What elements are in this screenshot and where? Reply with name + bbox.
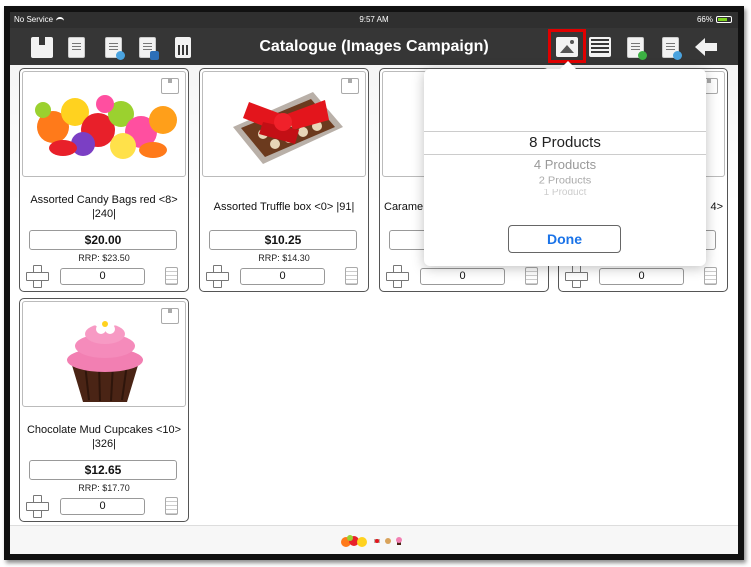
product-image[interactable] (202, 71, 366, 177)
add-icon[interactable] (565, 265, 588, 288)
list-view-icon (589, 37, 611, 57)
notes-icon[interactable] (345, 267, 358, 285)
thumbnail-strip[interactable] (340, 533, 403, 549)
quantity-field[interactable]: 0 (599, 268, 684, 285)
notes-icon[interactable] (165, 497, 178, 515)
add-icon[interactable] (386, 265, 409, 288)
status-bar: No Service 9:57 AM 66% (10, 12, 738, 28)
picker-option[interactable]: 4 Products (424, 157, 706, 172)
back-button[interactable] (694, 34, 718, 60)
product-name: Assorted Candy Bags red <8> |240| (30, 194, 178, 220)
product-image[interactable] (22, 71, 186, 177)
picker-selected-option[interactable]: 8 Products (424, 131, 706, 155)
battery-label: 66% (696, 15, 713, 24)
status-time: 9:57 AM (359, 15, 389, 24)
highlight-box (548, 29, 586, 63)
notes-icon[interactable] (525, 267, 538, 285)
product-price: $10.25 (209, 230, 357, 250)
bottom-thumbnail-bar (10, 525, 738, 554)
add-icon[interactable] (206, 265, 229, 288)
list-view-button[interactable] (588, 34, 612, 60)
caramel-thumbnail[interactable] (384, 537, 392, 545)
product-card[interactable]: Assorted Truffle box <0> |91| $10.25 RRP… (199, 68, 369, 292)
product-price: $20.00 (29, 230, 177, 250)
product-card[interactable]: Chocolate Mud Cupcakes <10> |326| $12.65… (19, 298, 189, 522)
app-screen: No Service 9:57 AM 66% Catalogue (Images… (10, 12, 738, 554)
product-name: Assorted Truffle box <0> |91| (213, 201, 355, 213)
product-image[interactable] (22, 301, 186, 407)
navigation-bar: Catalogue (Images Campaign) (10, 28, 738, 65)
document-check-icon (626, 36, 647, 60)
products-per-page-popover: 8 Products 4 Products 2 Products 1 Produ… (424, 61, 706, 266)
add-to-box-icon[interactable] (161, 78, 179, 94)
battery-icon (716, 16, 732, 23)
quantity-field[interactable]: 0 (240, 268, 325, 285)
done-button[interactable]: Done (508, 225, 621, 253)
battery-group: 66% (697, 15, 732, 24)
notes-icon[interactable] (704, 267, 717, 285)
picker-option[interactable]: 1 Product (424, 189, 706, 196)
product-name: Chocolate Mud Cupcakes <10> |326| (26, 424, 182, 450)
product-card[interactable]: Assorted Candy Bags red <8> |240| $20.00… (19, 68, 189, 292)
quantity-field[interactable]: 0 (420, 268, 505, 285)
product-rrp: RRP: $17.70 (78, 483, 130, 493)
device-frame: No Service 9:57 AM 66% Catalogue (Images… (4, 6, 744, 560)
add-icon[interactable] (26, 495, 49, 518)
product-price: $12.65 (29, 460, 177, 480)
document-upload-button-2[interactable] (658, 34, 682, 60)
product-rrp: RRP: $23.50 (78, 253, 130, 263)
document-upload-icon (661, 36, 682, 60)
back-arrow-icon (695, 38, 717, 56)
product-rrp: RRP: $14.30 (258, 253, 310, 263)
add-to-box-icon[interactable] (341, 78, 359, 94)
products-picker[interactable]: 8 Products 4 Products 2 Products 1 Produ… (424, 129, 706, 199)
quantity-field[interactable]: 0 (60, 268, 145, 285)
picker-option[interactable]: 2 Products (424, 176, 706, 187)
cupcake-thumbnail[interactable] (395, 537, 403, 545)
truffle-thumbnail[interactable] (373, 537, 381, 545)
document-check-button[interactable] (623, 34, 647, 60)
notes-icon[interactable] (165, 267, 178, 285)
quantity-field[interactable]: 0 (60, 498, 145, 515)
candy-thumbnail[interactable] (340, 533, 370, 549)
add-to-box-icon[interactable] (161, 308, 179, 324)
add-icon[interactable] (26, 265, 49, 288)
